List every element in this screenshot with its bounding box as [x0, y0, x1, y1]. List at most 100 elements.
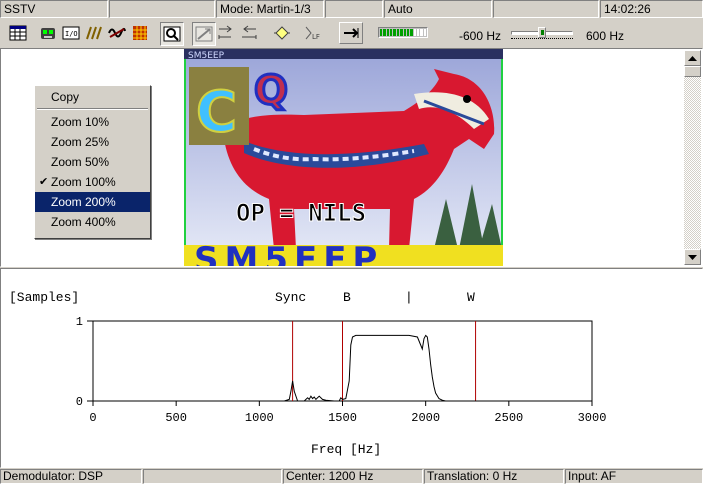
mode-name-field: SSTV — [0, 0, 108, 18]
arrow-right-icon[interactable] — [339, 22, 363, 44]
x-tick-label: 2000 — [411, 411, 440, 425]
scroll-up-button[interactable] — [684, 50, 701, 66]
sync-text: Auto — [388, 2, 413, 16]
received-image-art: SM5EEP C Q OP = NILS SM5EEP — [184, 49, 503, 266]
callsign-text: SM5EEP — [188, 51, 225, 61]
level-segment — [410, 29, 413, 36]
level-segment — [416, 29, 420, 36]
auto-tune-icon[interactable] — [271, 22, 293, 44]
y-tick-label: 1 — [76, 315, 83, 329]
toolbar: I/O LF -600 Hz 600 Hz — [0, 18, 703, 48]
svg-text:C: C — [196, 80, 237, 145]
blank-status — [143, 469, 282, 484]
menu-item-label: Zoom 400% — [51, 215, 116, 229]
demodulator-status: Demodulator: DSP — [0, 469, 142, 484]
slider-ticks — [511, 38, 573, 42]
level-segment — [406, 29, 410, 36]
context-menu: Copy Zoom 10% Zoom 25% Zoom 50% ✔ Zoom 100% Zo… — [34, 85, 151, 239]
input-text: Input: AF — [568, 469, 617, 483]
menu-item-zoom[interactable]: ✔ Zoom 100% — [35, 172, 150, 192]
menu-item-zoom[interactable]: Zoom 25% — [35, 132, 150, 152]
level-segment — [380, 29, 383, 36]
x-tick-label: 500 — [165, 411, 187, 425]
level-segment — [423, 29, 427, 36]
scroll-track[interactable] — [684, 77, 701, 249]
top-blank-field — [109, 0, 215, 18]
translation-text: Translation: 0 Hz — [427, 469, 518, 483]
grid-icon[interactable] — [129, 22, 151, 44]
checkmark-icon: ✔ — [39, 176, 49, 188]
freq-axis-label: Freq [Hz] — [311, 442, 382, 457]
robot-icon[interactable] — [37, 22, 59, 44]
logo-text: SM5EEP — [194, 240, 383, 266]
spreadsheet-icon[interactable] — [7, 22, 29, 44]
center-status: Center: 1200 Hz — [283, 469, 423, 484]
spectrum-chart: 1 00 500 1000 1500 2000 2500 3000 — [76, 315, 607, 425]
slider-thumb[interactable] — [538, 27, 546, 38]
shift-right-icon[interactable] — [215, 22, 237, 44]
wave-icon[interactable] — [106, 22, 128, 44]
level-segment — [396, 29, 400, 36]
center-text: Center: 1200 Hz — [286, 469, 374, 483]
level-segment — [413, 29, 416, 36]
x-tick-label: 1500 — [328, 411, 357, 425]
input-status: Input: AF — [565, 469, 703, 484]
level-segment — [386, 29, 390, 36]
menu-item-label: Copy — [51, 90, 80, 104]
x-tick-label: 2500 — [494, 411, 523, 425]
caption-text: OP = NILS — [236, 199, 366, 227]
top-blank-field-3 — [493, 0, 599, 18]
menu-item-label: Zoom 200% — [51, 195, 116, 209]
y-tick-label: 0 — [76, 395, 83, 409]
demodulator-text: Demodulator: DSP — [3, 469, 104, 483]
menu-item-label: Zoom 100% — [51, 175, 116, 189]
level-segment — [400, 29, 403, 36]
menu-item-copy[interactable]: Copy — [35, 87, 150, 107]
sync-field: Auto — [384, 0, 492, 18]
mode-text: Mode: Martin-1/3 — [220, 2, 311, 16]
menu-item-zoom[interactable]: Zoom 200% — [35, 192, 150, 212]
level-segment — [393, 29, 396, 36]
offset-slider[interactable] — [511, 22, 573, 42]
menu-item-zoom[interactable]: Zoom 400% — [35, 212, 150, 232]
scroll-thumb[interactable] — [684, 66, 701, 77]
image-pane[interactable]: SM5EEP C Q OP = NILS SM5EEP Copy Zoom 10%… — [0, 48, 703, 267]
top-blank-field-2 — [325, 0, 383, 18]
menu-item-label: Zoom 50% — [51, 155, 110, 169]
svg-text:Q: Q — [254, 68, 288, 114]
menu-separator — [37, 108, 148, 110]
level-segment — [420, 29, 423, 36]
spectrum-pane: [Samples] Sync B | W 1 0 0 500 1000 1500 2000 2… — [0, 268, 703, 468]
translation-status: Translation: 0 Hz — [424, 469, 564, 484]
fft-icon[interactable] — [83, 22, 105, 44]
menu-item-zoom[interactable]: Zoom 10% — [35, 112, 150, 132]
mode-name-text: SSTV — [4, 2, 36, 16]
menu-item-label: Zoom 10% — [51, 115, 110, 129]
lf-icon[interactable]: LF — [301, 22, 323, 44]
slant-icon[interactable] — [192, 22, 216, 46]
level-segment — [390, 29, 393, 36]
level-segment — [403, 29, 406, 36]
received-image[interactable]: SM5EEP C Q OP = NILS SM5EEP — [184, 49, 503, 266]
menu-item-zoom[interactable]: Zoom 50% — [35, 152, 150, 172]
shift-left-icon[interactable] — [238, 22, 260, 44]
zoom-picture-icon[interactable] — [160, 22, 184, 46]
scroll-down-button[interactable] — [684, 249, 701, 265]
svg-text:I/O: I/O — [65, 30, 78, 38]
clock-text: 14:02:26 — [604, 2, 651, 16]
freq-low-label: -600 Hz — [459, 29, 502, 43]
vertical-scrollbar[interactable] — [684, 49, 702, 266]
io-icon[interactable]: I/O — [60, 22, 82, 44]
svg-text:LF: LF — [312, 33, 320, 41]
x-tick-label: 3000 — [578, 411, 607, 425]
mode-field: Mode: Martin-1/3 — [216, 0, 324, 18]
level-segment — [383, 29, 386, 36]
freq-high-label: 600 Hz — [586, 29, 625, 43]
arrow-up-icon — [688, 55, 697, 61]
arrow-down-icon — [688, 254, 697, 260]
menu-item-label: Zoom 25% — [51, 135, 110, 149]
level-meter — [378, 27, 428, 38]
x-tick-label: 1000 — [245, 411, 274, 425]
x-tick-label: 0 — [89, 411, 96, 425]
clock-field: 14:02:26 — [600, 0, 703, 18]
